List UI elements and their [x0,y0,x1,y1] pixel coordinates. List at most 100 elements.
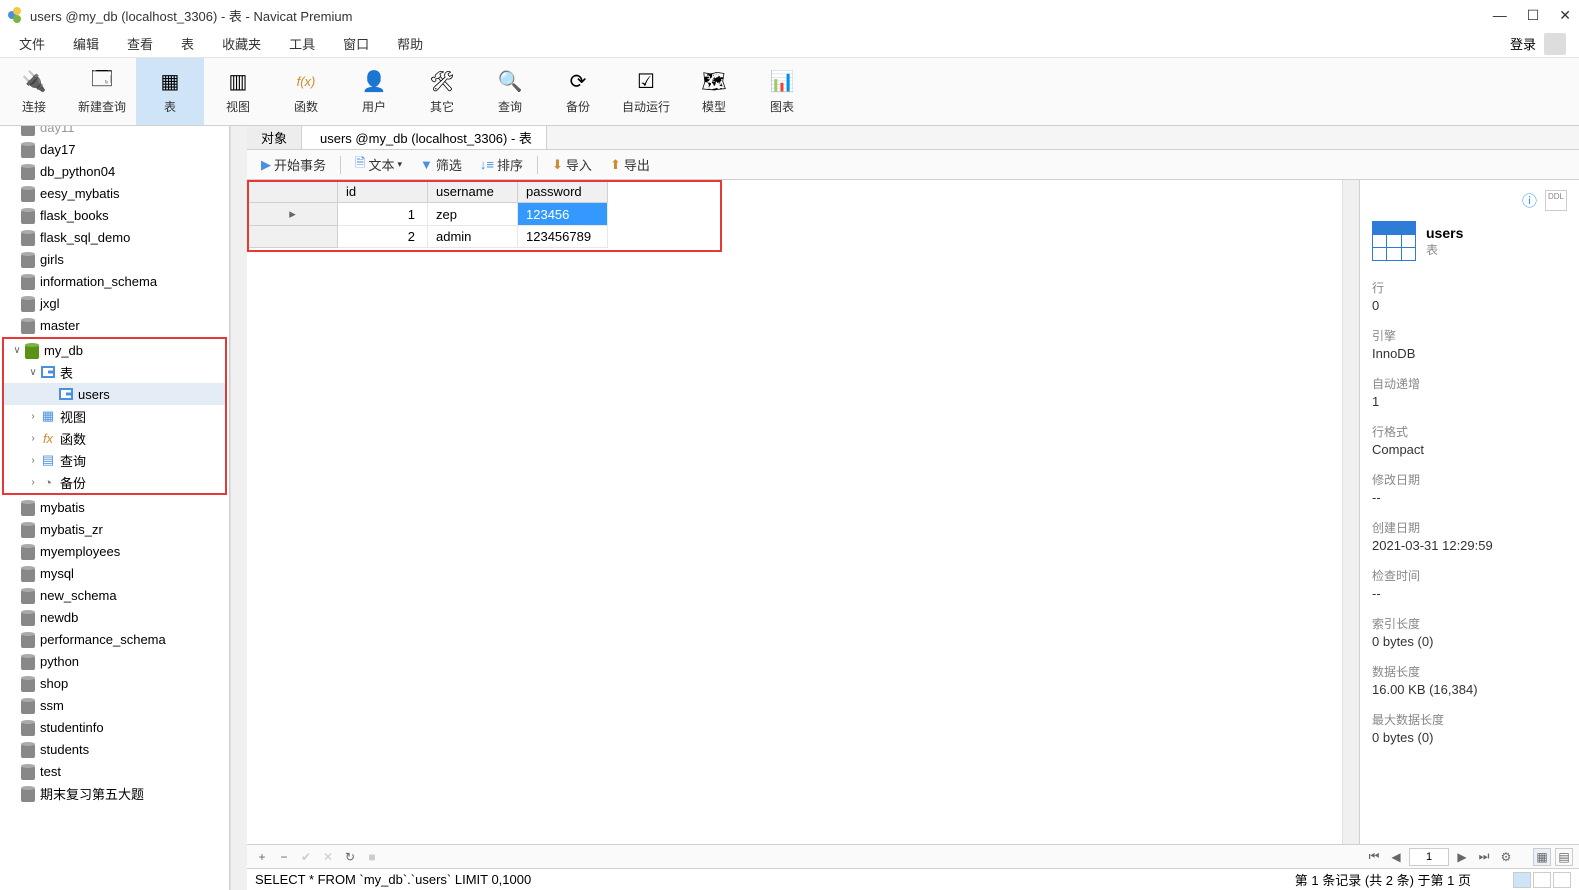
toolbar-model-button[interactable]: 🗺模型 [680,58,748,125]
panel-toggle-2[interactable] [1533,872,1551,888]
prev-page-button[interactable]: ◀ [1387,848,1405,866]
table-icon: ▦ [156,68,184,94]
ddl-icon[interactable]: DDL [1545,190,1567,211]
tree-db-studentinfo[interactable]: studentinfo [0,716,229,738]
tree-db-python[interactable]: python [0,650,229,672]
toolbar-query-button[interactable]: 🗔新建查询 [68,58,136,125]
apply-button[interactable]: ✔ [297,848,315,866]
toolbar-fx-button[interactable]: f(x)函数 [272,58,340,125]
sidebar-scrollbar[interactable] [230,126,247,890]
tree-db-mybatis_zr[interactable]: mybatis_zr [0,518,229,540]
refresh-button[interactable]: ↻ [341,848,359,866]
data-grid[interactable]: id username password ▸ 1 zep 123456 [247,180,1342,844]
info-icon[interactable]: ⓘ [1522,190,1537,211]
tree-db-db_python04[interactable]: db_python04 [0,160,229,182]
menu-view[interactable]: 查看 [113,32,167,55]
toolbar-plug-button[interactable]: 🔌连接 [0,58,68,125]
tree-db-newdb[interactable]: newdb [0,606,229,628]
menu-edit[interactable]: 编辑 [59,32,113,55]
fx-icon: f(x) [292,68,320,94]
next-page-button[interactable]: ▶ [1453,848,1471,866]
toolbar-view-button[interactable]: ▥视图 [204,58,272,125]
tree-db-master[interactable]: master [0,314,229,336]
import-button[interactable]: ⬇导入 [546,153,598,176]
menu-file[interactable]: 文件 [5,32,59,55]
tree-db-期末复习第五大题[interactable]: 期末复习第五大题 [0,782,229,804]
tree-table-users[interactable]: users [4,383,225,405]
tree-db-students[interactable]: students [0,738,229,760]
tree-db-mydb[interactable]: ∨my_db [4,339,225,361]
tree-db-new_schema[interactable]: new_schema [0,584,229,606]
query-icon: 🗔 [88,68,116,94]
toolbar-chart-button[interactable]: 📊图表 [748,58,816,125]
maximize-button[interactable]: ☐ [1527,7,1540,24]
tree-db-ssm[interactable]: ssm [0,694,229,716]
info-subtitle: 表 [1426,241,1463,258]
toolbar-search-button[interactable]: 🔍查询 [476,58,544,125]
page-settings-button[interactable]: ⚙ [1497,848,1515,866]
editor-tabs: 对象 users @my_db (localhost_3306) - 表 [247,126,1579,150]
grid-view-button[interactable]: ▦ [1533,848,1551,866]
login-link[interactable]: 登录 [1510,34,1536,53]
menu-favorites[interactable]: 收藏夹 [208,32,275,55]
tree-db-mybatis[interactable]: mybatis [0,496,229,518]
form-view-button[interactable]: ▤ [1555,848,1573,866]
col-username[interactable]: username [428,181,518,203]
tab-current[interactable]: users @my_db (localhost_3306) - 表 [302,126,547,149]
add-row-button[interactable]: + [253,848,271,866]
toolbar-other-button[interactable]: 🛠其它 [408,58,476,125]
grid-scrollbar[interactable] [1342,180,1359,844]
tree-db-shop[interactable]: shop [0,672,229,694]
toolbar-user-button[interactable]: 👤用户 [340,58,408,125]
tree-db-flask_books[interactable]: flask_books [0,204,229,226]
stop-button[interactable]: ■ [363,848,381,866]
tree-db-myemployees[interactable]: myemployees [0,540,229,562]
tree-db-performance_schema[interactable]: performance_schema [0,628,229,650]
tab-objects[interactable]: 对象 [247,126,302,149]
toolbar-auto-button[interactable]: ☑自动运行 [612,58,680,125]
menu-help[interactable]: 帮助 [383,32,437,55]
tree-db-test[interactable]: test [0,760,229,782]
tree-db-day17[interactable]: day17 [0,138,229,160]
menu-tools[interactable]: 工具 [275,32,329,55]
tree-queries-node[interactable]: ›▤查询 [4,449,225,471]
tree-db-eesy_mybatis[interactable]: eesy_mybatis [0,182,229,204]
statusbar: SELECT * FROM `my_db`.`users` LIMIT 0,10… [247,868,1579,890]
tree-functions-node[interactable]: ›fx函数 [4,427,225,449]
filter-button[interactable]: ▼筛选 [414,153,468,176]
col-id[interactable]: id [338,181,428,203]
table-row[interactable]: 2 admin 123456789 [248,226,608,248]
table-row[interactable]: ▸ 1 zep 123456 [248,203,608,226]
page-input[interactable] [1409,848,1449,866]
toolbar-table-button[interactable]: ▦表 [136,58,204,125]
tree-db-girls[interactable]: girls [0,248,229,270]
sub-toolbar: ▶开始事务 🗎文本▾ ▼筛选 ↓≡排序 ⬇导入 ⬆导出 [247,150,1579,180]
minimize-button[interactable]: — [1493,7,1507,23]
tree-backup-node[interactable]: ›◔备份 [4,471,225,493]
text-button[interactable]: 🗎文本▾ [349,152,408,178]
begin-transaction-button[interactable]: ▶开始事务 [255,153,332,176]
export-button[interactable]: ⬆导出 [604,153,656,176]
tree-db-mysql[interactable]: mysql [0,562,229,584]
app-icon [8,7,24,23]
toolbar-backup-button[interactable]: ⟳备份 [544,58,612,125]
last-page-button[interactable]: ⏭ [1475,848,1493,866]
menu-window[interactable]: 窗口 [329,32,383,55]
delete-row-button[interactable]: − [275,848,293,866]
tree-views-node[interactable]: ›▦视图 [4,405,225,427]
panel-toggle-1[interactable] [1513,872,1531,888]
tree-db-flask_sql_demo[interactable]: flask_sql_demo [0,226,229,248]
close-button[interactable]: ✕ [1559,7,1571,24]
panel-toggle-3[interactable] [1553,872,1571,888]
cancel-button[interactable]: ✕ [319,848,337,866]
col-password[interactable]: password [518,181,608,203]
menu-table[interactable]: 表 [167,32,208,55]
tree-db-jxgl[interactable]: jxgl [0,292,229,314]
first-page-button[interactable]: ⏮ [1365,848,1383,866]
tree-db-information_schema[interactable]: information_schema [0,270,229,292]
sort-button[interactable]: ↓≡排序 [474,153,529,176]
plug-icon: 🔌 [20,68,48,94]
tree-tables-node[interactable]: ∨表 [4,361,225,383]
menubar: 文件 编辑 查看 表 收藏夹 工具 窗口 帮助 登录 [0,30,1579,58]
avatar-icon[interactable] [1544,33,1566,55]
